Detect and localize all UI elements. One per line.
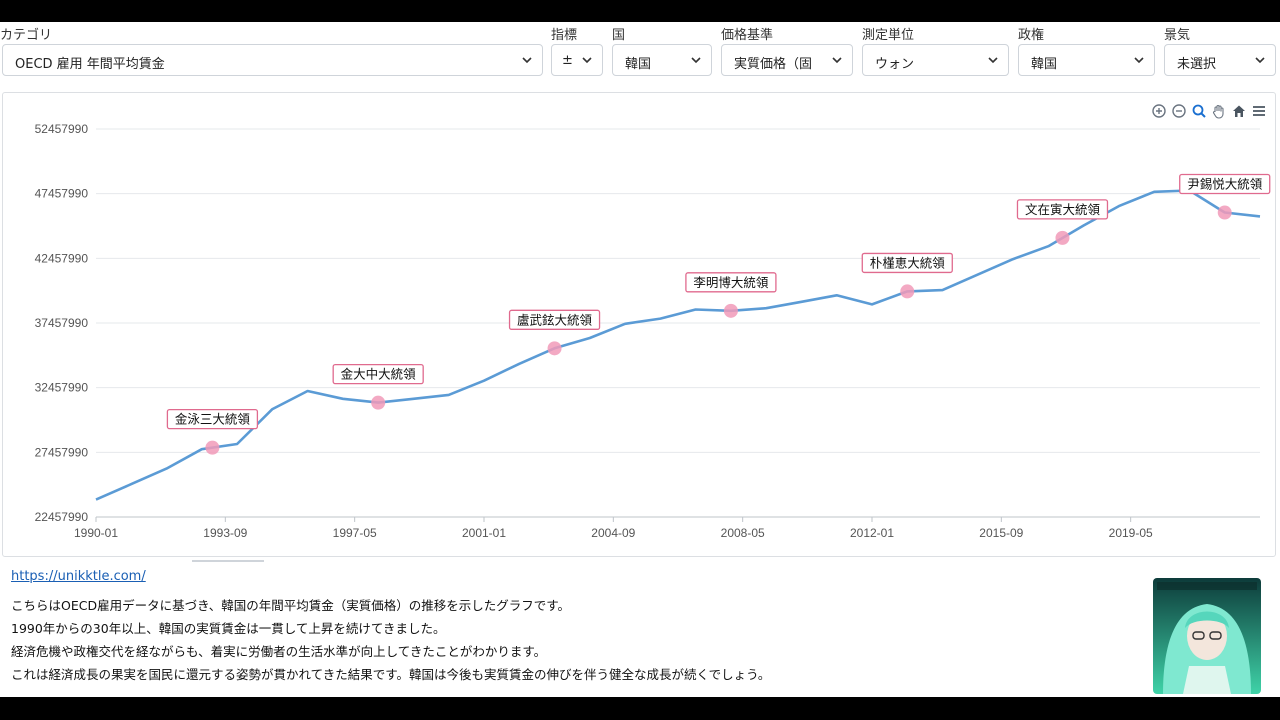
- select-value: 未選択: [1177, 57, 1217, 72]
- line-chart: 22457990 27457990 32457990 37457990 42457990…: [35, 122, 1271, 540]
- select-value: ウォン: [875, 57, 915, 72]
- filter-label: 国: [612, 28, 626, 43]
- annotation-marker: [547, 341, 562, 356]
- chart-card: 22457990 27457990 32457990 37457990 42457990…: [2, 92, 1276, 557]
- annotation-label: 李明博大統領: [693, 275, 769, 290]
- y-tick-label: 22457990: [35, 510, 89, 524]
- filter-label: 価格基準: [721, 28, 774, 43]
- menu-icon[interactable]: [1251, 103, 1267, 119]
- annotation-label: 尹錫悦大統領: [1187, 177, 1263, 192]
- chevron-down-icon: [1134, 57, 1144, 64]
- chevron-down-icon: [522, 57, 532, 64]
- filter-label: 指標: [551, 28, 578, 43]
- source-link[interactable]: https://unikktle.com/: [11, 569, 146, 584]
- x-tick-label: 2019-05: [1109, 526, 1153, 540]
- y-tick-label: 42457990: [35, 251, 89, 265]
- scroll-indicator[interactable]: [192, 560, 264, 562]
- zoom-in-icon[interactable]: [1151, 103, 1167, 119]
- y-tick-label: 37457990: [35, 316, 89, 330]
- home-icon[interactable]: [1231, 103, 1247, 119]
- select-value: 実質価格（固: [734, 57, 813, 72]
- price-basis-select[interactable]: 実質価格（固: [721, 44, 853, 76]
- select-value: 韓国: [625, 57, 652, 72]
- description-line: こちらはOECD雇用データに基づき、韓国の年間平均賃金（実質価格）の推移を示した…: [11, 598, 570, 613]
- chevron-down-icon: [582, 57, 592, 64]
- x-tick-label: 2012-01: [850, 526, 894, 540]
- annotation-marker: [205, 440, 220, 455]
- filter-label: カテゴリ: [0, 28, 53, 43]
- description-line: 1990年からの30年以上、韓国の実質賃金は一貫して上昇を続けてきました。: [11, 621, 446, 636]
- description-line: 経済危機や政権交代を経ながらも、着実に労働者の生活水準が向上してきたことがわかり…: [11, 644, 547, 659]
- x-tick-label: 2015-09: [979, 526, 1023, 540]
- country-select[interactable]: 韓国: [612, 44, 712, 76]
- chart-toolbar: [1151, 103, 1267, 119]
- select-value: OECD 雇用 年間平均賃金: [15, 57, 165, 72]
- unit-select[interactable]: ウォン: [862, 44, 1009, 76]
- page: カテゴリ OECD 雇用 年間平均賃金 指標 ± 国 韓国 価格基準 実質価格（…: [0, 22, 1280, 697]
- zoom-out-icon[interactable]: [1171, 103, 1187, 119]
- description-line: これは経済成長の果実を国民に還元する姿勢が貫かれてきた結果です。韓国は今後も実質…: [11, 667, 771, 682]
- filter-label: 政権: [1018, 28, 1045, 43]
- chevron-down-icon: [832, 57, 842, 64]
- indicator-select[interactable]: ±: [551, 44, 603, 76]
- annotation-marker: [371, 395, 386, 410]
- filter-label: 測定単位: [862, 28, 915, 43]
- pan-hand-icon[interactable]: [1211, 103, 1227, 119]
- chevron-down-icon: [988, 57, 998, 64]
- y-tick-label: 52457990: [35, 122, 89, 136]
- annotation-label: 朴槿恵大統領: [870, 255, 946, 270]
- administration-select[interactable]: 韓国: [1018, 44, 1155, 76]
- annotation-label: 文在寅大統領: [1025, 202, 1101, 217]
- chevron-down-icon: [691, 57, 701, 64]
- y-tick-label: 27457990: [35, 445, 89, 459]
- x-tick-label: 2001-01: [462, 526, 506, 540]
- category-select[interactable]: OECD 雇用 年間平均賃金: [2, 44, 543, 76]
- y-tick-label: 32457990: [35, 381, 89, 395]
- y-tick-label: 47457990: [35, 187, 89, 201]
- filter-label: 景気: [1164, 28, 1191, 43]
- avatar: [1153, 578, 1261, 694]
- annotation-label: 盧武鉉大統領: [517, 312, 593, 327]
- magnifier-icon[interactable]: [1191, 103, 1207, 119]
- select-value: 韓国: [1031, 57, 1058, 72]
- series-line: [95, 189, 1261, 501]
- x-tick-label: 1997-05: [333, 526, 377, 540]
- annotation-marker: [1217, 205, 1232, 220]
- chevron-down-icon: [1255, 57, 1265, 64]
- economy-select[interactable]: 未選択: [1164, 44, 1276, 76]
- annotation-marker: [1055, 230, 1070, 245]
- x-tick-label: 1993-09: [203, 526, 247, 540]
- annotation-label: 金泳三大統領: [175, 412, 251, 427]
- annotation-label: 金大中大統領: [341, 367, 417, 382]
- x-tick-label: 2004-09: [591, 526, 635, 540]
- select-value: ±: [562, 53, 572, 68]
- annotation-marker: [900, 284, 915, 299]
- x-tick-label: 1990-01: [74, 526, 118, 540]
- x-tick-label: 2008-05: [721, 526, 765, 540]
- annotation-marker: [723, 303, 738, 318]
